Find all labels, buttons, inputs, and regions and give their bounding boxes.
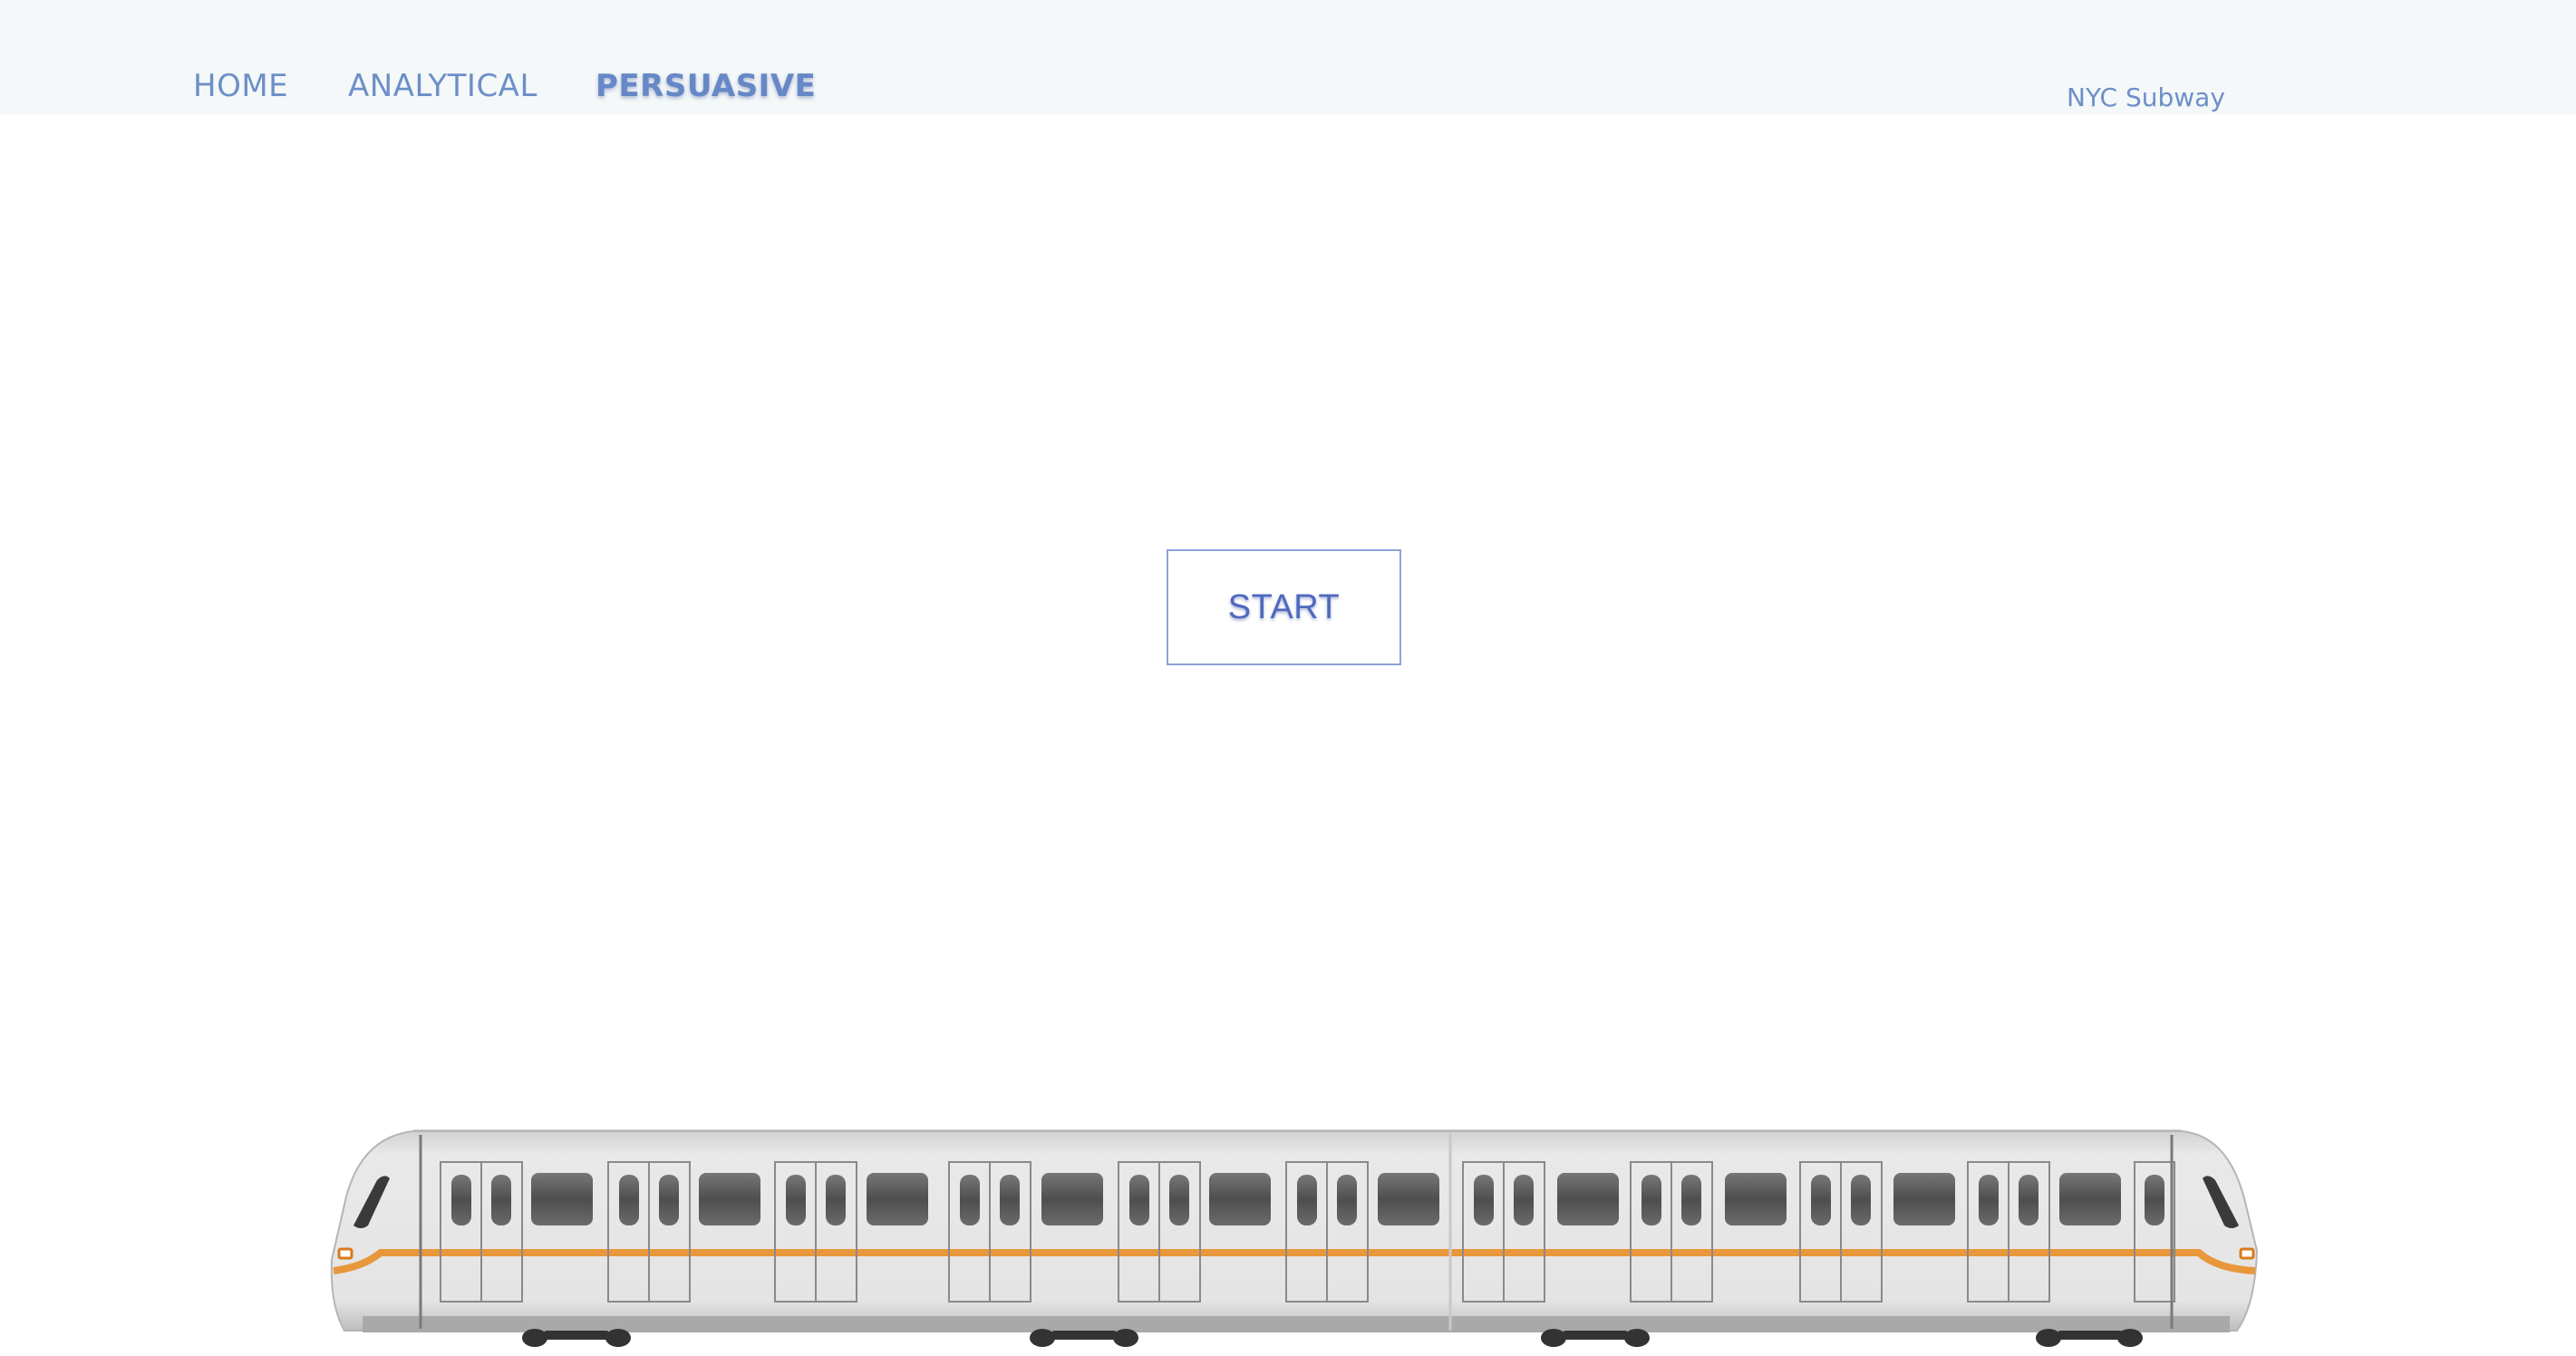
train-door-window [1851, 1175, 1871, 1225]
train-door-window [659, 1175, 679, 1225]
train-door-window [1129, 1175, 1149, 1225]
nav-analytical-link[interactable]: ANALYTICAL [348, 71, 537, 102]
train-door-window [2145, 1175, 2164, 1225]
train-door-window [826, 1175, 846, 1225]
train-window [2059, 1173, 2121, 1225]
train-window [699, 1173, 760, 1225]
train-door-window [1169, 1175, 1189, 1225]
train-window [1725, 1173, 1787, 1225]
train-door-window [451, 1175, 471, 1225]
train-window [1557, 1173, 1619, 1225]
train-door-window [1979, 1175, 1999, 1225]
train-window [1209, 1173, 1271, 1225]
nav-home-link[interactable]: HOME [193, 71, 288, 102]
train-door-window [1811, 1175, 1831, 1225]
train-door-window [1000, 1175, 1020, 1225]
train-door-window [1337, 1175, 1357, 1225]
train-door-window [1641, 1175, 1661, 1225]
train-headlight-left [337, 1247, 353, 1260]
start-button[interactable]: START [1167, 549, 1401, 665]
train-window [1893, 1173, 1955, 1225]
train-window [531, 1173, 593, 1225]
nav-persuasive-link[interactable]: PERSUASIVE [596, 71, 816, 102]
start-button-label: START [1227, 587, 1341, 626]
train-door-window [960, 1175, 980, 1225]
train-door-window [1297, 1175, 1317, 1225]
subway-train-illustration [330, 1129, 2259, 1347]
train-window [1041, 1173, 1103, 1225]
train-door-window [619, 1175, 639, 1225]
train-door-window [1681, 1175, 1701, 1225]
train-skirt [363, 1316, 2230, 1332]
train-door-window [1514, 1175, 1534, 1225]
train-headlight-right [2239, 1247, 2255, 1260]
train-door-window [2019, 1175, 2039, 1225]
train-door-window [491, 1175, 511, 1225]
train-window [867, 1173, 928, 1225]
train-window [1378, 1173, 1439, 1225]
top-navigation-bar: HOME ANALYTICAL PERSUASIVE NYC Subway [0, 0, 2576, 114]
site-brand-label: NYC Subway [2067, 82, 2225, 112]
train-door-window [1474, 1175, 1494, 1225]
train-door-window [786, 1175, 806, 1225]
